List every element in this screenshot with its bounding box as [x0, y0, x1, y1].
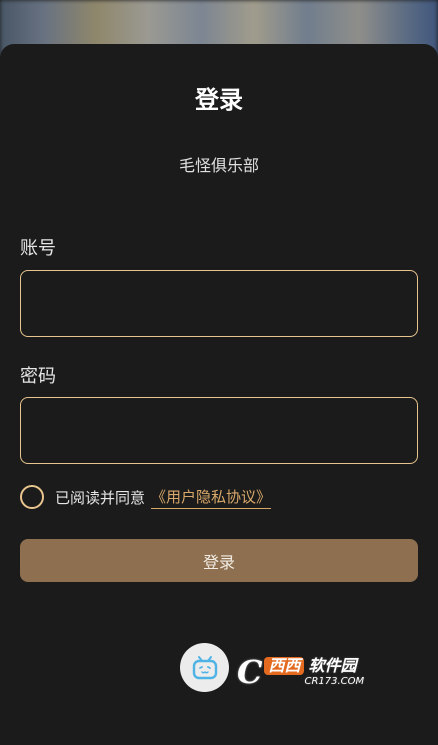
password-input[interactable]	[20, 397, 418, 464]
watermark-xixi: 西西	[264, 656, 305, 675]
club-name: 毛怪俱乐部	[178, 156, 259, 175]
page-title: 登录	[195, 86, 243, 114]
watermark-c: C	[237, 652, 263, 691]
password-label: 密码	[20, 366, 56, 387]
account-input[interactable]	[20, 270, 418, 337]
agreement-row: 已阅读并同意 《用户隐私协议》	[20, 484, 272, 510]
privacy-policy-link[interactable]: 《用户隐私协议》	[151, 486, 272, 509]
bilibili-tv-icon	[192, 655, 217, 679]
agree-radio[interactable]	[20, 485, 44, 509]
account-label: 账号	[20, 238, 56, 259]
site-watermark: C 西西 软件园 CR173.COM	[237, 650, 419, 693]
watermark-url: CR173.COM	[304, 675, 365, 687]
agree-text: 已阅读并同意	[55, 488, 146, 507]
bilibili-logo-button[interactable]	[180, 643, 229, 692]
login-sheet: 登录 毛怪俱乐部 账号 密码 已阅读并同意 《用户隐私协议》 登录	[0, 44, 438, 745]
watermark-soft: 软件园	[308, 655, 357, 675]
login-button[interactable]: 登录	[20, 539, 418, 582]
